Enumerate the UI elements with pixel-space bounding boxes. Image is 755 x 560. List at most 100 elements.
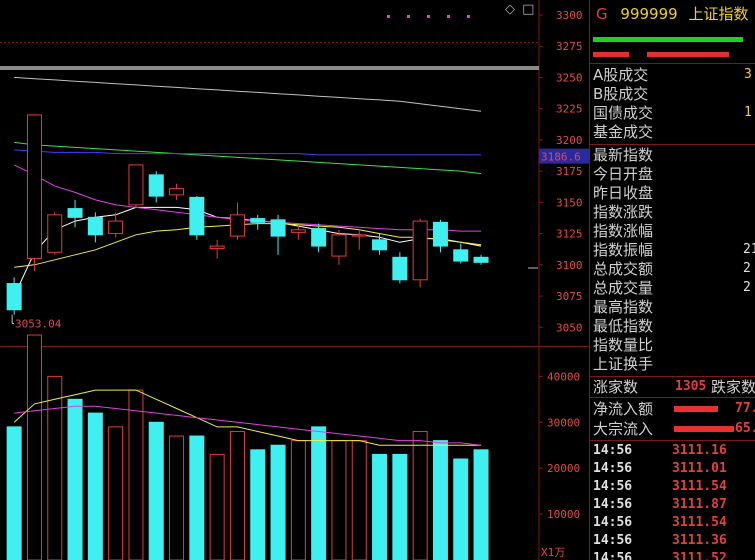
info-label: 上证换手 [593, 355, 654, 373]
volume-bar [26, 334, 42, 560]
candle-body [67, 208, 83, 218]
volume-tick-label: 30000 [547, 416, 580, 429]
volume-bar [209, 453, 225, 560]
tick-time: 14:56 [593, 461, 633, 476]
volume-bar [229, 430, 245, 560]
tick-price: 3111.54 [672, 515, 727, 530]
candle-body [351, 234, 367, 237]
tick-price: 3111.54 [672, 479, 727, 494]
volume-bar [270, 444, 286, 560]
candle-body [311, 228, 327, 247]
info-label: 基金成交 [593, 123, 654, 141]
price-tick-label: 3200 [556, 134, 583, 147]
ma-line-ma250 [14, 76, 482, 112]
flow-value: 77. [735, 401, 755, 416]
price-tick-label: 3150 [556, 196, 583, 209]
info-value: 2 [743, 280, 751, 295]
price-tick-label: 3225 [556, 103, 583, 116]
info-label: 指数涨跌 [593, 203, 654, 221]
ma-line-ma20 [13, 164, 482, 232]
strength-bar-green [593, 37, 743, 42]
volume-bar [351, 440, 367, 560]
info-label: B股成交 [593, 85, 649, 103]
index-code: 999999 [620, 5, 678, 23]
tick-price: 3111.36 [672, 533, 727, 548]
divider [590, 144, 755, 145]
candle-body [209, 245, 225, 250]
candle-body [290, 229, 306, 233]
candle-body [169, 188, 185, 196]
candle-body [26, 114, 42, 260]
flow-label: 大宗流入 [593, 420, 654, 438]
strength-bar-red [647, 52, 729, 57]
box-icon[interactable]: □ [522, 2, 534, 17]
up-count-value: 1305 [675, 379, 707, 394]
volume-bar [473, 449, 489, 560]
price-tick-label: 3050 [556, 321, 583, 334]
flow-label: 净流入额 [593, 400, 654, 418]
ma-line-ma60 [14, 141, 482, 175]
divider [590, 376, 755, 377]
volume-bar [6, 426, 22, 560]
diamond-icon[interactable]: ◇ [505, 2, 515, 17]
info-label: 最新指数 [593, 146, 654, 164]
info-label: 指数量比 [593, 336, 654, 354]
volume-bar [290, 440, 306, 560]
info-value: 21 [743, 242, 755, 257]
quote-header: G 999999 上证指数 [590, 0, 755, 28]
info-value: 2 [743, 261, 751, 276]
info-label: 指数振幅 [593, 241, 654, 259]
candle-body [270, 219, 286, 237]
candle-body [412, 220, 428, 281]
strength-bar-red [593, 52, 629, 57]
quote-panel: G 999999 上证指数 A股成交 3 B股成交 国债成交 1 基金成交 最新指数 今日开… [589, 0, 755, 560]
volume-bar [148, 421, 164, 560]
info-label: 指数涨幅 [593, 222, 654, 240]
candle-body [148, 174, 164, 197]
candle-body [6, 283, 22, 311]
tick-price: 3111.52 [672, 551, 727, 560]
volume-bar [169, 435, 185, 560]
flow-bar [674, 406, 718, 412]
candle-body [473, 256, 489, 263]
up-count-label: 涨家数 [593, 378, 639, 396]
marker-dot [447, 15, 450, 18]
divider [590, 440, 755, 441]
volume-bar [47, 375, 63, 560]
info-label: A股成交 [593, 66, 649, 84]
volume-bar [128, 389, 144, 560]
volume-bar [453, 458, 469, 560]
scroll-bar [0, 66, 539, 70]
candle-body [87, 216, 103, 236]
divider [590, 397, 755, 398]
volume-bar [87, 412, 103, 560]
candle-body [331, 234, 347, 257]
divider [590, 63, 755, 64]
info-label: 总成交额 [593, 260, 654, 278]
volume-bar [412, 430, 428, 560]
price-tick-label: 3075 [556, 290, 583, 303]
top-toolbar: ◇ □ [505, 2, 534, 17]
marker-dot [467, 15, 470, 18]
flow-value: 65. [735, 421, 755, 436]
volume-bar [108, 426, 124, 560]
candle-body [432, 221, 448, 247]
down-count-label: 跌家数 [711, 378, 755, 396]
volume-bar [311, 426, 327, 560]
volume-bar [189, 435, 205, 560]
marker-dot [427, 15, 430, 18]
info-label: 最低指数 [593, 317, 654, 335]
tick-time: 14:56 [593, 479, 633, 494]
info-value: 3 [744, 67, 752, 82]
tick-time: 14:56 [593, 515, 633, 530]
volume-bar [67, 398, 83, 560]
candle-body [108, 220, 124, 235]
kline-chart[interactable]: 3300 3275 3250 3225 3200 3175 3150 3125 3100 3075… [0, 0, 589, 560]
info-label: 昨日收盘 [593, 184, 654, 202]
g-mark[interactable]: G [596, 5, 608, 23]
volume-tick-label: 40000 [547, 370, 580, 383]
volume-bar [331, 440, 347, 560]
marker-dot [387, 15, 390, 18]
tick-time: 14:56 [593, 497, 633, 512]
candle-body [47, 214, 63, 253]
